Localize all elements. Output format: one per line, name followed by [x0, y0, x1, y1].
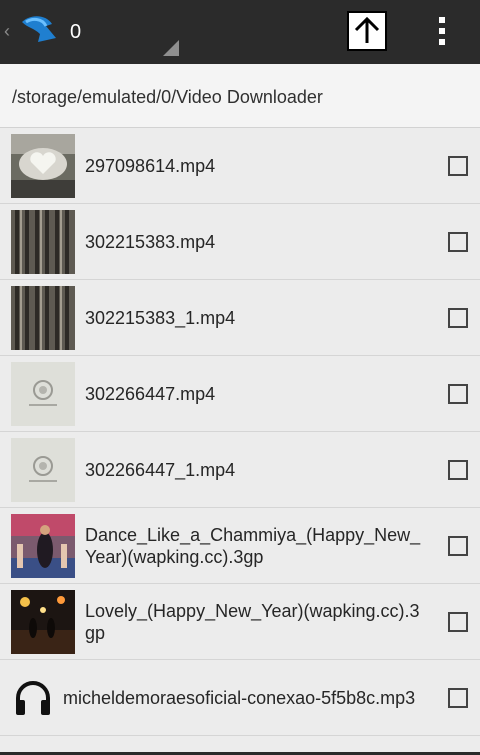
file-list: 297098614.mp4 302215383.mp4 302215383_1.…: [0, 128, 480, 736]
arrow-up-icon[interactable]: [347, 11, 387, 51]
file-name: 302215383_1.mp4: [85, 307, 236, 328]
select-checkbox[interactable]: [448, 612, 468, 632]
file-row[interactable]: 297098614.mp4: [0, 128, 480, 204]
chevron-left-icon[interactable]: ‹: [4, 20, 10, 42]
file-name: 302266447.mp4: [85, 383, 216, 404]
select-checkbox[interactable]: [448, 688, 468, 708]
file-row[interactable]: 302266447.mp4: [0, 356, 480, 432]
video-thumbnail-logo: [11, 438, 75, 502]
path-bar: /storage/emulated/0/Video Downloader: [0, 64, 480, 128]
select-checkbox[interactable]: [448, 536, 468, 556]
file-row[interactable]: Dance_Like_a_Chammiya_(Happy_New_Year)(w…: [0, 508, 480, 584]
file-name: 302215383.mp4: [85, 231, 216, 252]
video-thumbnail-dance: [11, 514, 75, 578]
dropdown-indicator-icon[interactable]: [163, 40, 179, 56]
select-checkbox[interactable]: [448, 308, 468, 328]
file-name: 297098614.mp4: [85, 155, 216, 176]
action-bar: ‹ 0: [0, 0, 480, 64]
headphones-icon: [16, 681, 50, 715]
video-thumbnail-heart: [11, 134, 75, 198]
select-checkbox[interactable]: [448, 156, 468, 176]
current-path: /storage/emulated/0/Video Downloader: [12, 87, 323, 107]
video-thumbnail-building: [11, 286, 75, 350]
file-row[interactable]: micheldemoraesoficial-conexao-5f5b8c.mp3: [0, 660, 480, 736]
file-row[interactable]: Lovely_(Happy_New_Year)(wapking.cc).3gp: [0, 584, 480, 660]
file-row[interactable]: 302215383_1.mp4: [0, 280, 480, 356]
file-name: Dance_Like_a_Chammiya_(Happy_New_Year)(w…: [85, 524, 421, 567]
item-count: 0: [70, 21, 82, 43]
video-thumbnail-stage: [11, 590, 75, 654]
select-checkbox[interactable]: [448, 460, 468, 480]
overflow-menu-icon[interactable]: [432, 14, 452, 50]
video-thumbnail-building: [11, 210, 75, 274]
file-name: 302266447_1.mp4: [85, 459, 236, 480]
file-name: Lovely_(Happy_New_Year)(wapking.cc).3gp: [85, 600, 420, 643]
file-row[interactable]: 302266447_1.mp4: [0, 432, 480, 508]
download-arrow-icon[interactable]: [16, 12, 60, 52]
file-name: micheldemoraesoficial-conexao-5f5b8c.mp3: [63, 687, 416, 708]
select-checkbox[interactable]: [448, 384, 468, 404]
file-row[interactable]: 302215383.mp4: [0, 204, 480, 280]
select-checkbox[interactable]: [448, 232, 468, 252]
video-thumbnail-logo: [11, 362, 75, 426]
